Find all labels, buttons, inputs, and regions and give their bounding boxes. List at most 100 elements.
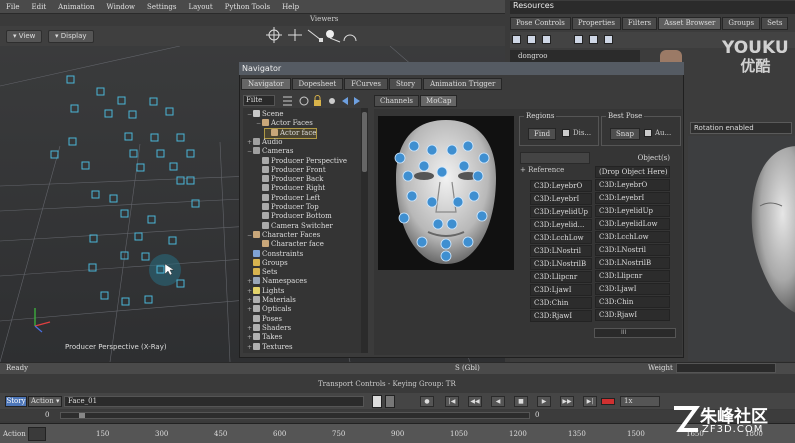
tree-node[interactable]: Poses [247, 314, 282, 324]
mocap-marker[interactable] [136, 163, 145, 172]
arrow-right-icon[interactable] [354, 97, 360, 105]
mocap-marker[interactable] [124, 132, 133, 141]
tree-node[interactable]: + Audio [247, 137, 283, 147]
zoom-handle[interactable] [79, 413, 85, 418]
face-marker[interactable] [408, 140, 420, 152]
tree-node[interactable]: Character face [256, 240, 324, 249]
face-marker[interactable] [398, 212, 410, 224]
object-row[interactable]: C3D:RjawI [595, 309, 670, 321]
tab-sets[interactable]: Sets [761, 17, 789, 30]
face-marker[interactable] [452, 196, 464, 208]
mapping-row[interactable]: C3D:LjawI [530, 284, 592, 296]
tree-node[interactable]: Producer Right [256, 184, 325, 193]
display-menu-button[interactable]: ▾ Display [48, 30, 94, 43]
object-row[interactable]: C3D:LcchLow [595, 231, 670, 243]
mapping-row[interactable]: C3D:LeyelidUp [530, 206, 592, 218]
move-tool-icon[interactable] [288, 29, 302, 41]
tree-node[interactable]: Producer Left [256, 193, 320, 203]
refresh-icon[interactable] [299, 96, 309, 106]
tab-filters[interactable]: Filters [621, 17, 658, 30]
go-start-button[interactable]: |◀ [445, 396, 459, 407]
mocap-marker[interactable] [134, 232, 143, 241]
drop-object-slot[interactable]: (Drop Object Here) [595, 166, 670, 178]
weight-field[interactable] [676, 363, 776, 373]
tree-node[interactable]: Camera Switcher [256, 221, 333, 231]
thumbnail-view-icon[interactable] [573, 35, 583, 44]
face-marker[interactable] [426, 144, 438, 156]
object-row[interactable]: C3D:LNostril [595, 244, 670, 256]
play-reverse-button[interactable]: ◀ [491, 396, 505, 407]
tree-node[interactable]: + Textures [247, 342, 293, 352]
mocap-marker[interactable] [147, 215, 156, 224]
tab-mocap[interactable]: MoCap [420, 95, 458, 107]
tree-node[interactable]: − Actor Faces [256, 119, 313, 128]
mocap-marker[interactable] [168, 236, 177, 245]
detail-view-icon[interactable] [542, 35, 552, 44]
mocap-marker[interactable] [186, 176, 195, 185]
resources-list-item[interactable]: dongroo [510, 50, 640, 62]
list-icon[interactable] [283, 96, 292, 106]
face-marker[interactable] [416, 236, 428, 248]
tab-dopesheet[interactable]: Dopesheet [291, 78, 344, 90]
tree-node[interactable]: + Namespaces [247, 277, 307, 286]
mocap-marker[interactable] [66, 75, 75, 84]
tree-node[interactable]: + Shaders [247, 323, 291, 333]
object-row[interactable]: C3D:LjawI [595, 283, 670, 295]
face-marker[interactable] [446, 218, 458, 230]
mocap-marker[interactable] [68, 137, 77, 146]
mocap-marker[interactable] [121, 297, 130, 306]
rotate-tool-icon[interactable] [343, 34, 357, 42]
mocap-marker[interactable] [89, 234, 98, 243]
face-marker[interactable] [446, 144, 458, 156]
face-marker[interactable] [432, 218, 444, 230]
tree-node[interactable]: Sets [247, 268, 277, 277]
key-left-button[interactable] [372, 395, 382, 408]
playback-speed-dropdown[interactable]: 1x [620, 396, 660, 407]
face-marker[interactable] [462, 236, 474, 248]
tree-node[interactable]: − Cameras [247, 147, 293, 156]
face-marker[interactable] [478, 152, 490, 164]
object-row[interactable]: C3D:LeyebrI [595, 192, 670, 204]
mocap-marker[interactable] [176, 279, 185, 288]
face-marker[interactable] [402, 170, 414, 182]
mapping-row[interactable]: C3D:LeyebrO [530, 180, 592, 192]
prev-key-button[interactable]: ◀◀ [468, 396, 482, 407]
menu-file[interactable]: File [6, 3, 19, 11]
tree-node[interactable]: + Materials [247, 296, 296, 305]
mocap-marker[interactable] [141, 252, 150, 261]
menu-animation[interactable]: Animation [58, 3, 94, 11]
character-head-viewport[interactable] [688, 136, 795, 361]
menu-settings[interactable]: Settings [147, 3, 176, 11]
menu-python-tools[interactable]: Python Tools [225, 3, 270, 11]
tab-channels[interactable]: Channels [374, 95, 420, 107]
tab-properties[interactable]: Properties [571, 17, 621, 30]
mocap-marker[interactable] [100, 291, 109, 300]
snap-button[interactable]: Snap [610, 128, 640, 140]
menu-window[interactable]: Window [107, 3, 136, 11]
asset-thumbnail[interactable] [660, 50, 682, 62]
mocap-marker[interactable] [165, 107, 174, 116]
tab-fcurves[interactable]: FCurves [344, 78, 388, 90]
tree-node[interactable]: Producer Back [256, 175, 323, 184]
tree-node[interactable]: Constraints [247, 249, 303, 259]
object-row[interactable]: C3D:LeyelidUp [595, 205, 670, 217]
stop-button[interactable]: ■ [514, 396, 528, 407]
object-row[interactable]: C3D:Chin [595, 296, 670, 308]
find-button[interactable]: Find [528, 128, 557, 140]
arrow-left-icon[interactable] [342, 97, 348, 105]
tree-node[interactable]: − Character Faces [247, 230, 320, 240]
face-marker[interactable] [426, 196, 438, 208]
mocap-marker[interactable] [186, 149, 195, 158]
tree-node[interactable]: + Takes [247, 333, 282, 342]
small-icons-icon[interactable] [588, 35, 598, 44]
mocap-marker[interactable] [144, 295, 153, 304]
timeline-cursor[interactable] [28, 427, 46, 441]
mocap-marker[interactable] [104, 109, 113, 118]
mocap-marker[interactable] [120, 209, 129, 218]
tab-story[interactable]: Story [388, 78, 423, 90]
mocap-marker[interactable] [117, 96, 126, 105]
mocap-marker[interactable] [176, 176, 185, 185]
display-checkbox[interactable] [562, 129, 570, 137]
key-right-button[interactable] [385, 395, 395, 408]
menu-edit[interactable]: Edit [31, 3, 46, 11]
